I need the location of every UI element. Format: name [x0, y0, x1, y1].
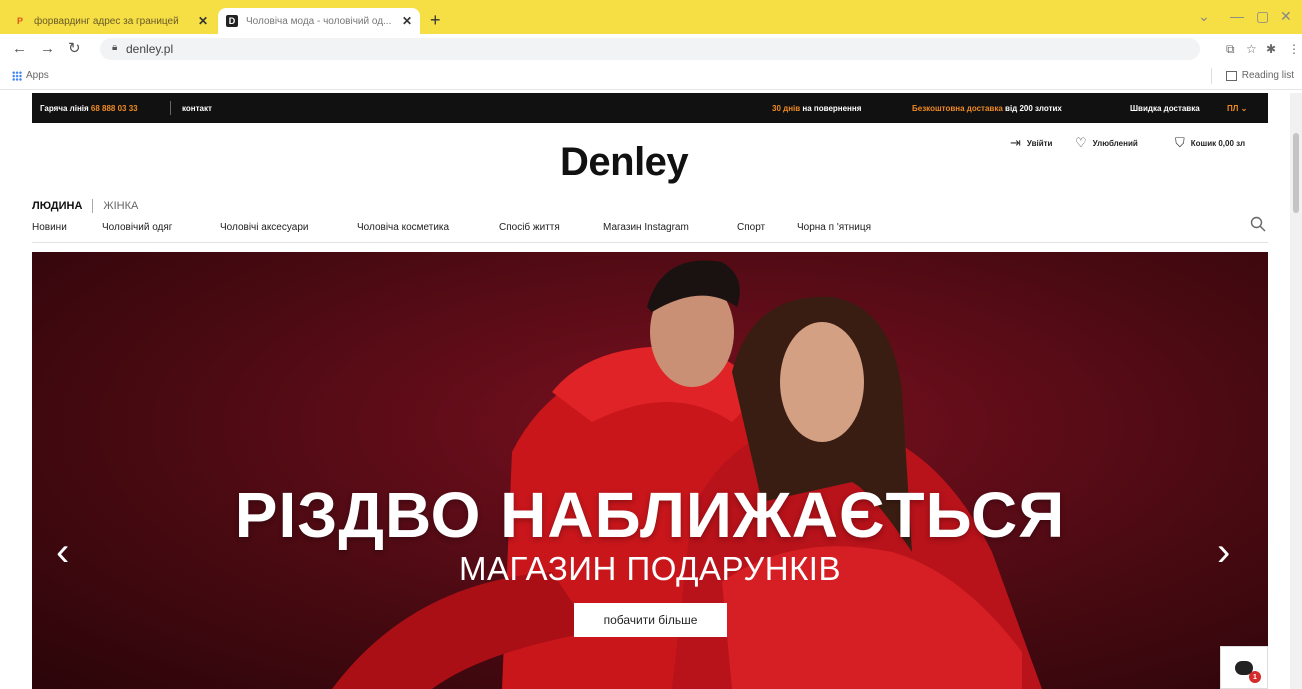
- reading-list-button[interactable]: Reading list: [1225, 70, 1294, 81]
- tab-search-icon[interactable]: ⌄: [1198, 8, 1210, 25]
- url-text: denley.pl: [126, 42, 174, 56]
- scrollbar-thumb[interactable]: [1293, 133, 1299, 213]
- reading-list-icon: [1225, 70, 1237, 81]
- close-icon[interactable]: ✕: [198, 14, 208, 28]
- back-icon[interactable]: ←: [12, 41, 27, 56]
- hero-title: РІЗДВО НАБЛИЖАЄТЬСЯ: [234, 479, 1066, 551]
- page: P форвардинг адрес за границей ✕ D Чолов…: [0, 0, 1302, 689]
- maximize-icon[interactable]: ▢: [1256, 8, 1269, 25]
- window-close-icon[interactable]: ✕: [1280, 8, 1292, 25]
- menu-item-instagram-shop[interactable]: Магазин Instagram: [603, 222, 689, 233]
- close-icon[interactable]: ✕: [402, 14, 412, 28]
- favorites-label: Улюблений: [1092, 138, 1138, 148]
- address-bar[interactable]: 🔒︎ denley.pl: [100, 38, 1200, 60]
- minimize-icon[interactable]: —: [1230, 8, 1244, 24]
- gender-women-link[interactable]: ЖІНКА: [103, 200, 138, 212]
- divider: [92, 199, 94, 213]
- site-top-bar: Гаряча лінія 68 888 03 33 контакт 30 дні…: [32, 93, 1268, 123]
- gender-men-link[interactable]: ЛЮДИНА: [32, 200, 82, 212]
- browser-toolbar: ← → ↻ 🔒︎ denley.pl ⧉ ☆ ✱ ⋮: [0, 34, 1302, 64]
- browser-tab-forwarding[interactable]: P форвардинг адрес за границей ✕: [6, 8, 216, 34]
- puzzle-icon[interactable]: ✱: [1266, 42, 1276, 56]
- chat-badge: 1: [1249, 671, 1261, 683]
- hotline-label: Гаряча лінія: [40, 104, 89, 113]
- free-delivery-info[interactable]: Безкоштовна доставка від 200 злотих: [912, 104, 1062, 113]
- new-tab-button[interactable]: +: [430, 10, 441, 30]
- bookmarks-bar: Apps Reading list: [0, 64, 1302, 90]
- tab-title: Чоловіча мода - чоловічий од...: [246, 15, 392, 27]
- menu-item-mens-cosmetics[interactable]: Чоловіча косметика: [357, 222, 449, 233]
- cart-label: Кошик 0,00 зл: [1190, 138, 1246, 148]
- chat-widget-button[interactable]: 1: [1220, 646, 1268, 689]
- login-label: Увійти: [1026, 138, 1053, 148]
- login-link[interactable]: ⇥ Увійти: [1010, 135, 1052, 151]
- menu-item-news[interactable]: Новини: [32, 222, 67, 233]
- search-icon[interactable]: [1250, 216, 1266, 232]
- login-icon: ⇥: [1010, 135, 1021, 150]
- language-label: ПЛ: [1227, 104, 1239, 113]
- reading-list-label: Reading list: [1241, 70, 1294, 81]
- scrollbar[interactable]: [1290, 93, 1302, 689]
- heart-icon: ♡: [1075, 135, 1087, 150]
- returns-info[interactable]: 30 днів на повернення: [772, 104, 861, 113]
- chevron-right-icon[interactable]: ›: [1217, 532, 1230, 572]
- shopping-bag-icon: ⛉: [1175, 135, 1185, 150]
- returns-text: на повернення: [802, 104, 862, 113]
- forward-icon[interactable]: →: [40, 41, 55, 56]
- see-more-button[interactable]: побачити більше: [574, 603, 727, 637]
- favorites-link[interactable]: ♡ Улюблений: [1075, 135, 1138, 151]
- chevron-left-icon[interactable]: ‹: [56, 532, 69, 572]
- apps-label: Apps: [26, 70, 49, 81]
- menu-item-lifestyle[interactable]: Спосіб життя: [499, 222, 560, 233]
- cart-link[interactable]: ⛉ Кошик 0,00 зл: [1175, 135, 1245, 151]
- free-delivery-label: Безкоштовна доставка: [912, 104, 1003, 113]
- divider: [170, 101, 171, 115]
- apps-bookmark[interactable]: Apps: [12, 70, 49, 81]
- site-logo[interactable]: Denley: [560, 140, 689, 185]
- divider: [1211, 68, 1212, 84]
- hotline-number[interactable]: 68 888 03 33: [91, 104, 138, 113]
- browser-tab-denley[interactable]: D Чоловіча мода - чоловічий од... ✕: [218, 8, 420, 34]
- menu-icon[interactable]: ⋮: [1288, 42, 1300, 56]
- fast-delivery-link[interactable]: Швидка доставка: [1130, 104, 1200, 113]
- reload-icon[interactable]: ↻: [68, 41, 81, 56]
- menu-item-black-friday[interactable]: Чорна п 'ятниця: [797, 222, 871, 233]
- star-icon[interactable]: ☆: [1246, 42, 1257, 56]
- menu-item-mens-accessories[interactable]: Чоловічі аксесуари: [220, 222, 308, 233]
- chevron-down-icon: ⌄: [1240, 104, 1248, 113]
- gender-switch: ЛЮДИНА ЖІНКА: [32, 199, 138, 213]
- lock-icon: 🔒︎: [112, 42, 118, 53]
- tab-favicon: P: [16, 16, 23, 26]
- returns-days: 30 днів: [772, 104, 801, 113]
- menu-item-sport[interactable]: Спорт: [737, 222, 765, 233]
- woman-face: [780, 322, 864, 442]
- menu-divider: [32, 242, 1268, 243]
- apps-grid-icon: [12, 70, 22, 81]
- contact-link[interactable]: контакт: [182, 104, 212, 113]
- browser-tab-bar: P форвардинг адрес за границей ✕ D Чолов…: [0, 0, 1302, 34]
- tab-favicon: D: [226, 15, 238, 27]
- menu-item-mens-clothing[interactable]: Чоловічий одяг: [102, 222, 172, 233]
- extension-icon[interactable]: ⧉: [1226, 42, 1235, 56]
- hotline: Гаряча лінія 68 888 03 33: [40, 104, 138, 113]
- hero-subtitle: МАГАЗИН ПОДАРУНКІВ: [459, 550, 841, 587]
- tab-title: форвардинг адрес за границей: [34, 15, 179, 27]
- language-selector[interactable]: ПЛ ⌄: [1227, 104, 1247, 113]
- hero-banner[interactable]: РІЗДВО НАБЛИЖАЄТЬСЯ МАГАЗИН ПОДАРУНКІВ п…: [32, 252, 1268, 689]
- free-delivery-threshold: від 200 злотих: [1005, 104, 1062, 113]
